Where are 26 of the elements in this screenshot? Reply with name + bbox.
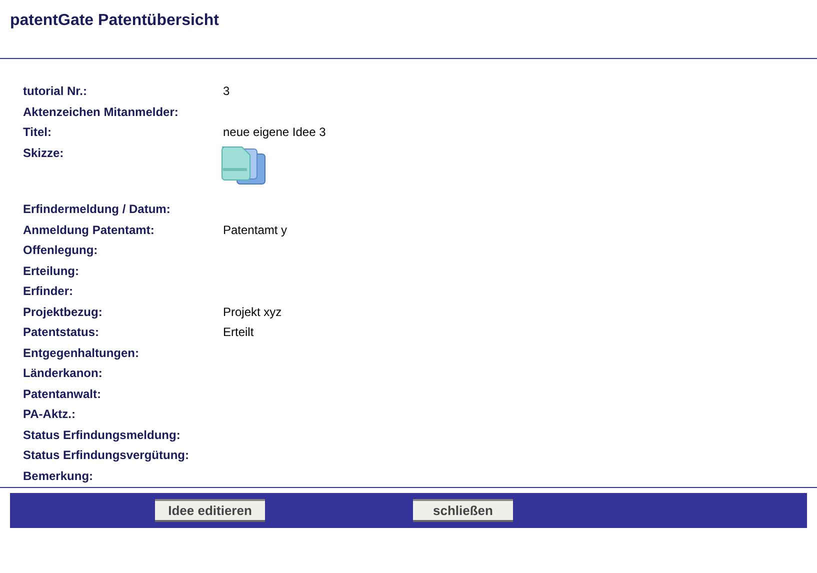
field-value: 3 bbox=[223, 84, 230, 98]
field-label: Patentanwalt: bbox=[23, 386, 102, 400]
field-label: Länderkanon: bbox=[23, 366, 102, 380]
field-label: Status Erfindungsmeldung: bbox=[23, 428, 180, 442]
field-value: neue eigene Idee 3 bbox=[223, 125, 326, 139]
field-label: Offenlegung: bbox=[23, 243, 98, 257]
field-label: Anmeldung Patentamt: bbox=[23, 222, 154, 236]
field-label: tutorial Nr.: bbox=[23, 84, 88, 98]
field-value: Projekt xyz bbox=[223, 304, 282, 318]
field-label: Titel: bbox=[23, 125, 52, 139]
field-label: Entgegenhaltungen: bbox=[23, 346, 139, 360]
close-button[interactable]: schließen bbox=[413, 499, 513, 522]
field-label: Projektbezug: bbox=[23, 304, 102, 318]
field-label: Status Erfindungsvergütung: bbox=[23, 448, 189, 462]
field-label: Erfindermeldung / Datum: bbox=[23, 202, 170, 216]
field-label: Skizze: bbox=[23, 146, 64, 160]
field-label: Patentstatus: bbox=[23, 325, 100, 339]
field-label: Erfinder: bbox=[23, 284, 74, 298]
field-label: Aktenzeichen Mitanmelder: bbox=[23, 104, 178, 118]
field-value: Erteilt bbox=[223, 325, 254, 339]
page-title: patentGate Patentübersicht bbox=[9, 11, 220, 31]
edit-button[interactable]: Idee editieren bbox=[155, 499, 265, 522]
field-label: Erteilung: bbox=[23, 264, 79, 278]
field-label: PA-Aktz.: bbox=[23, 407, 76, 421]
field-label: Bemerkung: bbox=[23, 468, 94, 482]
field-value: Patentamt y bbox=[223, 222, 288, 236]
